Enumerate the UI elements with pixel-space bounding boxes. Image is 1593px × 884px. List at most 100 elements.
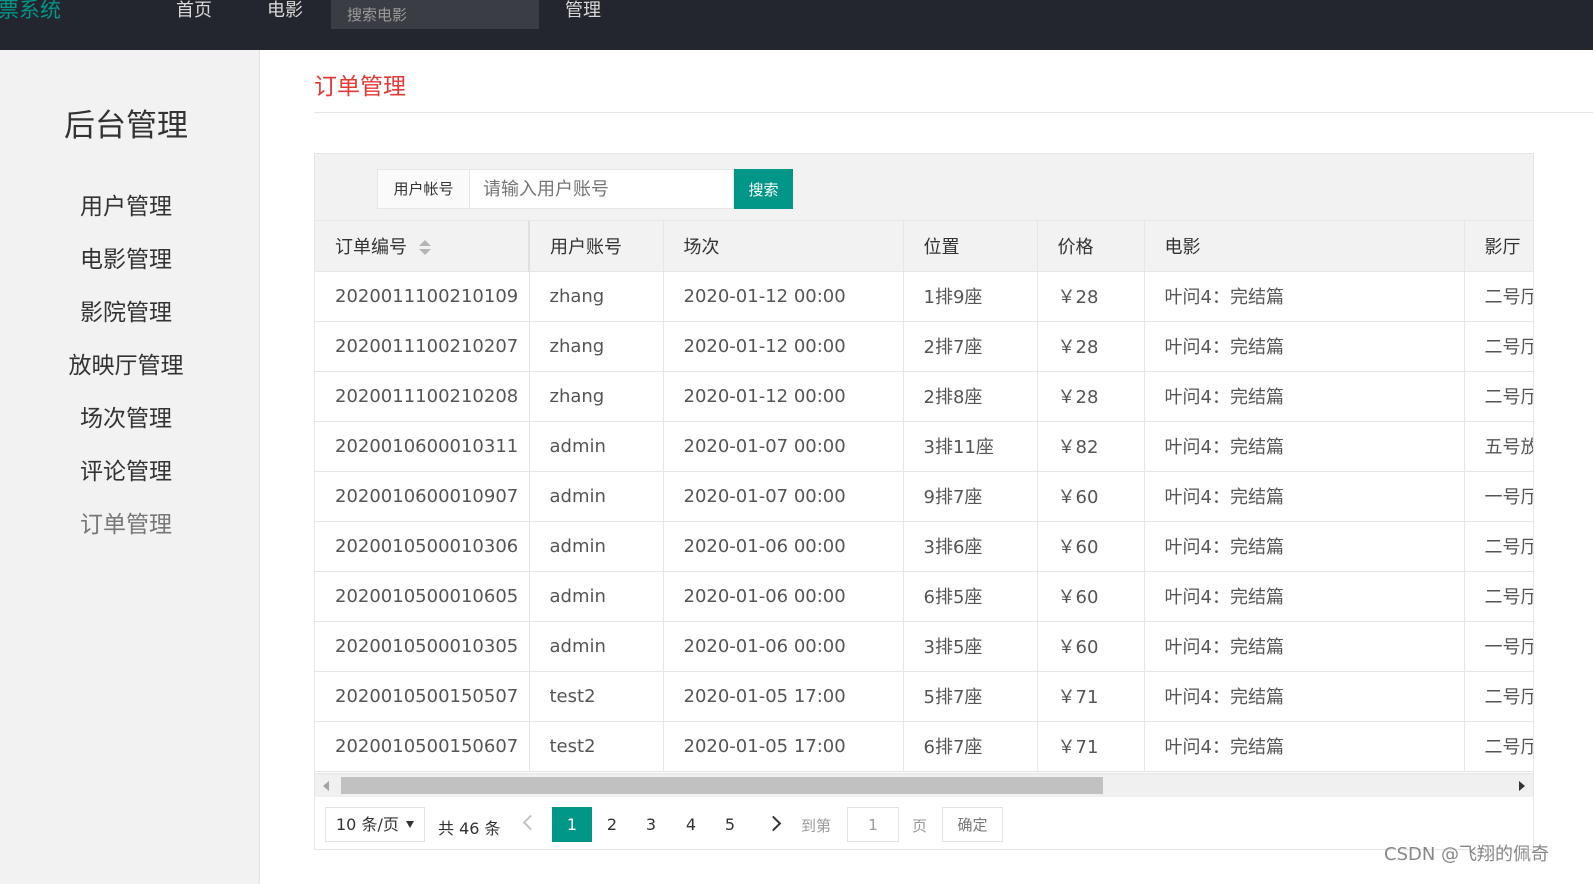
cell-movie: 叶问4：完结篇 xyxy=(1144,371,1465,422)
sidebar-item-sessions[interactable]: 场次管理 xyxy=(0,399,252,433)
cell-price: ￥28 xyxy=(1037,271,1145,322)
cell-session: 2020-01-06 00:00 xyxy=(663,521,904,572)
nav-movies-link[interactable]: 电影 xyxy=(267,0,303,22)
sidebar-title: 后台管理 xyxy=(64,108,188,144)
column-header-seat: 位置 xyxy=(903,221,1038,272)
page-title: 订单管理 xyxy=(314,74,406,100)
cell-user: zhang xyxy=(529,271,664,322)
user-account-input[interactable] xyxy=(470,169,734,209)
cell-price: ￥60 xyxy=(1037,521,1145,572)
cell-price: ￥71 xyxy=(1037,721,1145,772)
cell-user: test2 xyxy=(529,671,664,722)
cell-order-id: 2020010600010311 xyxy=(315,421,530,472)
cell-price: ￥60 xyxy=(1037,471,1145,522)
table-row[interactable]: 2020011100210207 zhang 2020-01-12 00:00 … xyxy=(315,321,1533,372)
sidebar-item-halls[interactable]: 放映厅管理 xyxy=(0,346,252,380)
cell-hall: 一号厅 xyxy=(1464,471,1533,522)
sidebar-item-orders[interactable]: 订单管理 xyxy=(0,505,252,539)
page-button-3[interactable]: 3 xyxy=(631,807,671,842)
cell-seat: 2排8座 xyxy=(903,371,1038,422)
column-header-order-id[interactable]: 订单编号 xyxy=(315,221,530,272)
table-row[interactable]: 2020010600010907 admin 2020-01-07 00:00 … xyxy=(315,471,1533,522)
total-count: 共 46 条 xyxy=(438,819,501,838)
orders-table: 订单编号 用户账号 场次 位置 价格 电影 影厅 202001110021010… xyxy=(315,221,1533,772)
page-button-4[interactable]: 4 xyxy=(671,807,711,842)
cell-order-id: 2020010600010907 xyxy=(315,471,530,522)
sidebar-item-cinemas[interactable]: 影院管理 xyxy=(0,293,252,327)
cell-order-id: 2020011100210109 xyxy=(315,271,530,322)
cell-order-id: 2020010500010305 xyxy=(315,621,530,672)
goto-confirm-button[interactable]: 确定 xyxy=(942,807,1003,842)
cell-seat: 3排5座 xyxy=(903,621,1038,672)
cell-order-id: 2020010500150507 xyxy=(315,671,530,722)
table-row[interactable]: 2020011100210109 zhang 2020-01-12 00:00 … xyxy=(315,271,1533,322)
sidebar-item-movies[interactable]: 电影管理 xyxy=(0,240,252,274)
cell-movie: 叶问4：完结篇 xyxy=(1144,621,1465,672)
page-button-2[interactable]: 2 xyxy=(592,807,632,842)
cell-hall: 二号厅 xyxy=(1464,671,1533,722)
cell-price: ￥60 xyxy=(1037,571,1145,622)
table-row[interactable]: 2020011100210208 zhang 2020-01-12 00:00 … xyxy=(315,371,1533,422)
cell-hall: 二号厅 xyxy=(1464,371,1533,422)
cell-order-id: 2020010500010306 xyxy=(315,521,530,572)
cell-session: 2020-01-05 17:00 xyxy=(663,671,904,722)
column-header-movie: 电影 xyxy=(1144,221,1465,272)
cell-hall: 二号厅 xyxy=(1464,721,1533,772)
cell-user: admin xyxy=(529,621,664,672)
orders-table-container[interactable]: 订单编号 用户账号 场次 位置 价格 电影 影厅 202001110021010… xyxy=(315,221,1533,772)
scrollbar-thumb[interactable] xyxy=(341,777,1103,794)
sidebar-item-users[interactable]: 用户管理 xyxy=(0,187,252,221)
scroll-left-icon[interactable] xyxy=(323,781,329,791)
column-header-label: 订单编号 xyxy=(335,236,407,258)
watermark: CSDN @飞翔的佩奇 xyxy=(1384,844,1550,865)
cell-user: admin xyxy=(529,471,664,522)
page-button-1[interactable]: 1 xyxy=(552,807,592,842)
page-button-5[interactable]: 5 xyxy=(710,807,750,842)
table-row[interactable]: 2020010500010305 admin 2020-01-06 00:00 … xyxy=(315,621,1533,672)
table-row[interactable]: 2020010600010311 admin 2020-01-07 00:00 … xyxy=(315,421,1533,472)
cell-hall: 二号厅 xyxy=(1464,571,1533,622)
search-button[interactable]: 搜索 xyxy=(734,169,793,209)
next-page-icon[interactable] xyxy=(768,815,782,831)
cell-seat: 9排7座 xyxy=(903,471,1038,522)
table-row[interactable]: 2020010500010605 admin 2020-01-06 00:00 … xyxy=(315,571,1533,622)
column-header-hall: 影厅 xyxy=(1464,221,1533,272)
cell-price: ￥82 xyxy=(1037,421,1145,472)
cell-order-id: 2020011100210208 xyxy=(315,371,530,422)
column-header-price: 价格 xyxy=(1037,221,1145,272)
horizontal-scrollbar[interactable] xyxy=(315,773,1533,797)
sidebar-item-comments[interactable]: 评论管理 xyxy=(0,452,252,486)
cell-movie: 叶问4：完结篇 xyxy=(1144,271,1465,322)
goto-page-input[interactable] xyxy=(847,807,899,842)
cell-seat: 5排7座 xyxy=(903,671,1038,722)
cell-seat: 1排9座 xyxy=(903,271,1038,322)
nav-home-link[interactable]: 首页 xyxy=(176,0,212,22)
cell-order-id: 2020010500010605 xyxy=(315,571,530,622)
top-nav-bar: 票系统 首页 电影 管理 xyxy=(0,0,1593,50)
scroll-right-icon[interactable] xyxy=(1519,781,1525,791)
cell-session: 2020-01-07 00:00 xyxy=(663,421,904,472)
cell-user: admin xyxy=(529,521,664,572)
cell-session: 2020-01-12 00:00 xyxy=(663,321,904,372)
cell-seat: 6排5座 xyxy=(903,571,1038,622)
brand-logo-text[interactable]: 票系统 xyxy=(0,0,61,24)
table-row[interactable]: 2020010500010306 admin 2020-01-06 00:00 … xyxy=(315,521,1533,572)
movie-search-input[interactable] xyxy=(331,0,539,29)
caret-down-icon xyxy=(406,821,414,828)
prev-page-icon[interactable] xyxy=(521,815,535,831)
table-row[interactable]: 2020010500150607 test2 2020-01-05 17:00 … xyxy=(315,721,1533,772)
cell-movie: 叶问4：完结篇 xyxy=(1144,321,1465,372)
nav-admin-link[interactable]: 管理 xyxy=(565,0,601,22)
page-size-value: 10 条/页 xyxy=(336,815,399,834)
cell-seat: 6排7座 xyxy=(903,721,1038,772)
cell-session: 2020-01-06 00:00 xyxy=(663,621,904,672)
cell-user: zhang xyxy=(529,371,664,422)
cell-movie: 叶问4：完结篇 xyxy=(1144,671,1465,722)
table-header-row: 订单编号 用户账号 场次 位置 价格 电影 影厅 xyxy=(315,221,1533,272)
cell-hall: 二号厅 xyxy=(1464,321,1533,372)
sort-icon[interactable] xyxy=(419,239,431,256)
cell-hall: 一号厅 xyxy=(1464,621,1533,672)
cell-movie: 叶问4：完结篇 xyxy=(1144,421,1465,472)
page-size-select[interactable]: 10 条/页 xyxy=(325,807,425,842)
table-row[interactable]: 2020010500150507 test2 2020-01-05 17:00 … xyxy=(315,671,1533,722)
